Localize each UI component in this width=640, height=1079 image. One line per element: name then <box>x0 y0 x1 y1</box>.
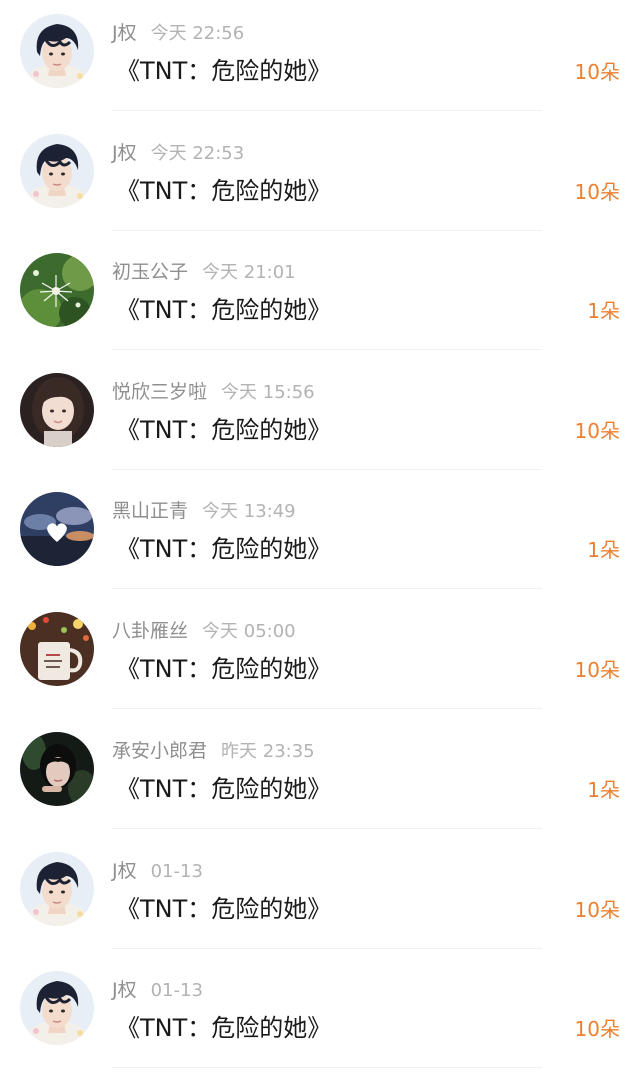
flower-count: 10朵 <box>574 419 620 443</box>
flower-count: 10朵 <box>574 180 620 204</box>
list-item[interactable]: 悦欣三岁啦 今天 15:56 《TNT：危险的她》 10朵 <box>0 359 640 479</box>
user-name[interactable]: 承安小郎君 <box>112 740 207 762</box>
flower-count: 1朵 <box>587 538 620 562</box>
divider <box>112 588 542 589</box>
divider <box>112 948 542 949</box>
item-meta: 黑山正青 今天 13:49 <box>112 498 296 524</box>
flower-count: 10朵 <box>574 1017 620 1041</box>
timestamp: 01-13 <box>150 980 203 1001</box>
item-meta: 八卦雁丝 今天 05:00 <box>112 618 296 644</box>
user-name[interactable]: J权 <box>112 860 137 882</box>
list-item[interactable]: J权 今天 22:56 《TNT：危险的她》 10朵 <box>0 0 640 120</box>
user-name[interactable]: J权 <box>112 22 137 44</box>
avatar[interactable] <box>20 612 94 686</box>
timestamp: 今天 13:49 <box>202 501 296 522</box>
mug-icon <box>20 612 94 686</box>
timestamp: 今天 05:00 <box>202 621 296 642</box>
divider <box>112 469 542 470</box>
list-item[interactable]: J权 01-13 《TNT：危险的她》 10朵 <box>0 957 640 1077</box>
item-meta: J权 01-13 <box>112 858 203 884</box>
boy-icon <box>20 852 94 926</box>
work-title[interactable]: 《TNT：危险的她》 <box>116 533 331 565</box>
work-title[interactable]: 《TNT：危险的她》 <box>116 414 331 446</box>
flower-count: 1朵 <box>587 778 620 802</box>
flower-count: 1朵 <box>587 299 620 323</box>
divider <box>112 708 542 709</box>
divider <box>112 230 542 231</box>
user-name[interactable]: J权 <box>112 142 137 164</box>
timestamp: 01-13 <box>150 861 203 882</box>
flower-count: 10朵 <box>574 898 620 922</box>
timestamp: 昨天 23:35 <box>221 741 315 762</box>
work-title[interactable]: 《TNT：危险的她》 <box>116 55 331 87</box>
list-item[interactable]: 黑山正青 今天 13:49 《TNT：危险的她》 1朵 <box>0 478 640 598</box>
timestamp: 今天 15:56 <box>221 382 315 403</box>
item-meta: J权 今天 22:53 <box>112 140 244 166</box>
divider <box>112 828 542 829</box>
work-title[interactable]: 《TNT：危险的她》 <box>116 773 331 805</box>
divider <box>112 349 542 350</box>
work-title[interactable]: 《TNT：危险的她》 <box>116 653 331 685</box>
flower-count: 10朵 <box>574 60 620 84</box>
avatar[interactable] <box>20 852 94 926</box>
item-meta: 初玉公子 今天 21:01 <box>112 259 296 285</box>
list-item[interactable]: 承安小郎君 昨天 23:35 《TNT：危险的她》 1朵 <box>0 718 640 838</box>
timestamp: 今天 22:56 <box>150 23 245 44</box>
work-title[interactable]: 《TNT：危险的她》 <box>116 893 331 925</box>
dandelion-icon <box>20 253 94 327</box>
avatar[interactable] <box>20 971 94 1045</box>
heart-sky-icon <box>20 492 94 566</box>
divider <box>112 110 542 111</box>
boy-icon <box>20 971 94 1045</box>
list-item[interactable]: J权 今天 22:53 《TNT：危险的她》 10朵 <box>0 120 640 240</box>
divider <box>112 1067 542 1068</box>
boy-icon <box>20 14 94 88</box>
list-item[interactable]: 八卦雁丝 今天 05:00 《TNT：危险的她》 10朵 <box>0 598 640 718</box>
avatar[interactable] <box>20 732 94 806</box>
user-name[interactable]: 八卦雁丝 <box>112 620 188 642</box>
user-name[interactable]: 悦欣三岁啦 <box>112 381 207 403</box>
user-name[interactable]: 黑山正青 <box>112 500 188 522</box>
avatar[interactable] <box>20 14 94 88</box>
item-meta: J权 今天 22:56 <box>112 20 244 46</box>
item-meta: 悦欣三岁啦 今天 15:56 <box>112 379 315 405</box>
work-title[interactable]: 《TNT：危险的她》 <box>116 294 331 326</box>
boy-icon <box>20 134 94 208</box>
list-item[interactable]: J权 01-13 《TNT：危险的她》 10朵 <box>0 838 640 958</box>
gift-record-list: J权 今天 22:56 《TNT：危险的她》 10朵 J权 今天 22:53 《TN… <box>0 0 640 1079</box>
timestamp: 今天 22:53 <box>150 143 245 164</box>
avatar[interactable] <box>20 492 94 566</box>
avatar[interactable] <box>20 373 94 447</box>
user-name[interactable]: J权 <box>112 979 137 1001</box>
avatar[interactable] <box>20 253 94 327</box>
work-title[interactable]: 《TNT：危险的她》 <box>116 1012 331 1044</box>
list-item[interactable]: 初玉公子 今天 21:01 《TNT：危险的她》 1朵 <box>0 239 640 359</box>
girl-icon <box>20 373 94 447</box>
flower-count: 10朵 <box>574 658 620 682</box>
item-meta: 承安小郎君 昨天 23:35 <box>112 738 315 764</box>
avatar[interactable] <box>20 134 94 208</box>
user-name[interactable]: 初玉公子 <box>112 261 188 283</box>
timestamp: 今天 21:01 <box>202 262 296 283</box>
dark-portrait-icon <box>20 732 94 806</box>
item-meta: J权 01-13 <box>112 977 203 1003</box>
work-title[interactable]: 《TNT：危险的她》 <box>116 175 331 207</box>
